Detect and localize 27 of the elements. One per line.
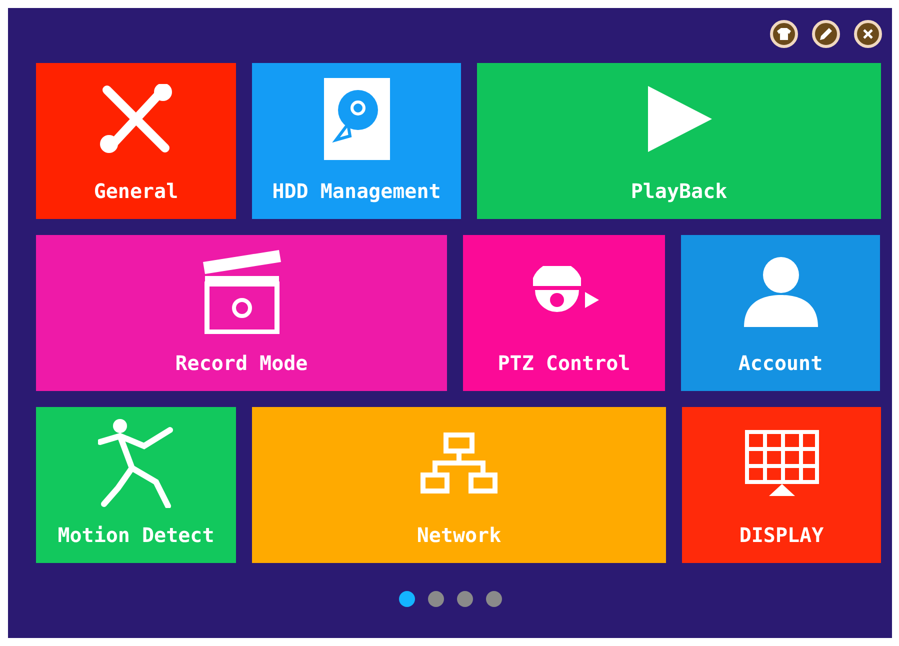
- menu-tile[interactable]: DISPLAY: [682, 407, 881, 563]
- play-icon: [646, 86, 712, 152]
- menu-tile[interactable]: Motion Detect: [36, 407, 236, 563]
- menu-tile[interactable]: General: [36, 63, 236, 219]
- page-dot[interactable]: [486, 591, 502, 607]
- runner-icon: [98, 418, 174, 508]
- clapperboard-icon: [200, 248, 282, 334]
- hard-drive-icon: [324, 78, 390, 160]
- page-dot[interactable]: [428, 591, 444, 607]
- page-dot[interactable]: [398, 591, 414, 607]
- menu-tile[interactable]: HDD Management: [252, 63, 461, 219]
- shirt-icon: [777, 28, 791, 40]
- close-button[interactable]: [854, 20, 882, 48]
- menu-tile[interactable]: PlayBack: [477, 63, 881, 219]
- menu-tile[interactable]: Network: [252, 407, 666, 563]
- menu-tile[interactable]: Account: [681, 235, 880, 391]
- edit-icon: [820, 28, 832, 40]
- edit-button[interactable]: [812, 20, 840, 48]
- page-dot[interactable]: [456, 591, 472, 607]
- menu-tile[interactable]: PTZ Control: [463, 235, 665, 391]
- close-icon: [863, 29, 873, 39]
- menu-tile[interactable]: Record Mode: [36, 235, 447, 391]
- theme-button[interactable]: [770, 20, 798, 48]
- monitor-grid-icon: [744, 430, 818, 496]
- user-icon: [744, 255, 818, 327]
- tools-icon: [99, 84, 173, 154]
- network-icon: [420, 432, 498, 494]
